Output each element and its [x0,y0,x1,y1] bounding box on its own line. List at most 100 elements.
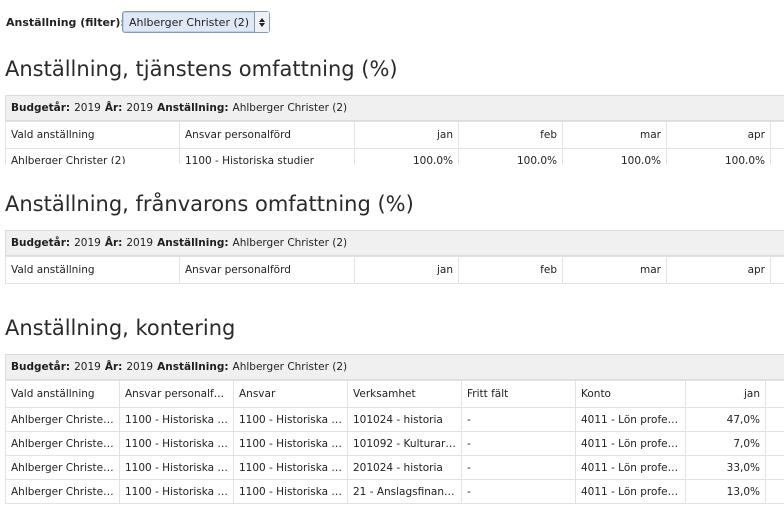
table-header-row: Vald anställning Ansvar personalförd jan… [5,256,784,284]
table-cell: 47,0% [685,407,766,432]
column-header[interactable]: jan [354,256,459,284]
meta-year-label: År: [104,361,123,373]
column-header[interactable]: Fritt fält [461,380,576,408]
table-cell: 100,0% [562,148,667,164]
table-cell: Ahlberger Christer (2) [5,455,120,480]
column-header[interactable]: Vald anställning [5,380,120,408]
grid-meta-bar: Budgetår: 2019 År: 2019 Anställning: Ahl… [5,230,784,256]
table-cell: 201024 - historia [347,455,462,480]
column-header[interactable]: jan [685,380,766,408]
table-row[interactable]: Ahlberger Christer (2) 1100 - Historiska… [5,431,784,456]
employment-filter: Anställning (filter): [6,10,125,34]
service-extent-table: Vald anställning Ansvar personalförd jan… [5,121,784,164]
table-row[interactable]: Ahlberger Christer (2) 1100 - Historiska… [5,148,784,164]
table-cell: 1100 - Historiska studier [119,479,234,504]
table-cell [765,431,784,456]
meta-budget-year-label: Budgetår: [11,237,71,249]
column-header[interactable]: feb [458,121,563,149]
table-cell: - [461,431,576,456]
table-cell: 4011 - Lön professor [575,431,686,456]
column-header[interactable]: jan [354,121,459,149]
section-title-absence-extent: Anställning, frånvarons omfattning (%) [5,192,414,216]
column-header [770,256,784,284]
table-cell: 1100 - Historiska studier [233,431,348,456]
grid-absence-extent: Budgetår: 2019 År: 2019 Anställning: Ahl… [5,230,784,284]
grid-meta-bar: Budgetår: 2019 År: 2019 Anställning: Ahl… [5,354,784,380]
column-header[interactable]: Vald anställning [5,256,180,284]
meta-employment-label: Anställning: [157,361,229,373]
table-cell: 4011 - Lön professor [575,479,686,504]
column-header[interactable]: Vald anställning [5,121,180,149]
table-cell: 1100 - Historiska studier [233,407,348,432]
grid-posting: Budgetår: 2019 År: 2019 Anställning: Ahl… [5,354,784,504]
column-header[interactable]: apr [666,256,771,284]
table-cell: 33,0% [685,455,766,480]
column-header[interactable]: mar [562,256,667,284]
column-header[interactable]: mar [562,121,667,149]
employment-select[interactable]: Ahlberger Christer (2) [122,11,270,33]
column-header[interactable]: Konto [575,380,686,408]
column-header[interactable]: Ansvar personalförd [179,121,355,149]
table-cell: Ahlberger Christer (2) [5,407,120,432]
table-cell [765,479,784,504]
column-header[interactable]: Verksamhet [347,380,462,408]
meta-employment-value: Ahlberger Christer (2) [232,361,348,373]
table-cell: 1100 - Historiska studier [233,479,348,504]
section-title-service-extent: Anställning, tjänstens omfattning (%) [5,57,398,81]
column-header [770,121,784,149]
table-cell: 13,0% [685,479,766,504]
meta-year-label: År: [104,102,123,114]
grid-service-extent: Budgetår: 2019 År: 2019 Anställning: Ahl… [5,95,784,164]
meta-year-value: 2019 [126,102,154,114]
meta-budget-year-value: 2019 [74,102,101,114]
meta-year-value: 2019 [126,237,154,249]
column-header[interactable]: feb [458,256,563,284]
meta-budget-year-value: 2019 [74,237,101,249]
posting-table: Vald anställning Ansvar personalförd Ans… [5,380,784,504]
absence-extent-table: Vald anställning Ansvar personalförd jan… [5,256,784,284]
column-header[interactable]: apr [666,121,771,149]
meta-employment-value: Ahlberger Christer (2) [232,237,348,249]
table-header-row: Vald anställning Ansvar personalförd jan… [5,121,784,149]
table-cell: 4011 - Lön professor [575,407,686,432]
table-cell: - [461,455,576,480]
meta-year-label: År: [104,237,123,249]
table-cell: 1100 - Historiska studier [119,407,234,432]
table-cell: 1100 - Historiska studier [233,455,348,480]
table-clip: Vald anställning Ansvar personalförd jan… [5,121,784,164]
meta-employment-label: Anställning: [157,237,229,249]
table-cell: 21 - Anslagsfinans forskning [347,479,462,504]
table-row[interactable]: Ahlberger Christer (2) 1100 - Historiska… [5,455,784,480]
filter-label: Anställning (filter): [6,15,125,29]
meta-year-value: 2019 [126,361,154,373]
table-cell: - [461,407,576,432]
table-cell: Ahlberger Christer (2) [5,431,120,456]
table-row[interactable]: Ahlberger Christer (2) 1100 - Historiska… [5,407,784,432]
table-cell: 100,0% [458,148,563,164]
table-cell: Ahlberger Christer (2) [5,148,180,164]
column-header [765,380,784,408]
column-header[interactable]: Ansvar [233,380,348,408]
column-header[interactable]: Ansvar personalförd [119,380,234,408]
table-cell [770,148,784,164]
table-cell: 1100 - Historiska studier [119,455,234,480]
meta-employment-value: Ahlberger Christer (2) [232,102,348,114]
table-cell: 100,0% [666,148,771,164]
table-cell: 4011 - Lön professor [575,455,686,480]
table-cell: - [461,479,576,504]
column-header[interactable]: Ansvar personalförd [179,256,355,284]
employment-select-value: Ahlberger Christer (2) [129,15,250,29]
meta-budget-year-value: 2019 [74,361,101,373]
table-cell: 101092 - Kulturarvsstudier [347,431,462,456]
table-cell [765,407,784,432]
table-header-row: Vald anställning Ansvar personalförd Ans… [5,380,784,408]
table-cell: 7,0% [685,431,766,456]
meta-employment-label: Anställning: [157,102,229,114]
grid-meta-bar: Budgetår: 2019 År: 2019 Anställning: Ahl… [5,95,784,121]
section-title-posting: Anställning, kontering [5,316,236,340]
table-cell: 101024 - historia [347,407,462,432]
meta-budget-year-label: Budgetår: [11,102,71,114]
table-cell [765,455,784,480]
table-row[interactable]: Ahlberger Christer (2) 1100 - Historiska… [5,479,784,504]
select-arrows-icon[interactable] [254,12,269,32]
